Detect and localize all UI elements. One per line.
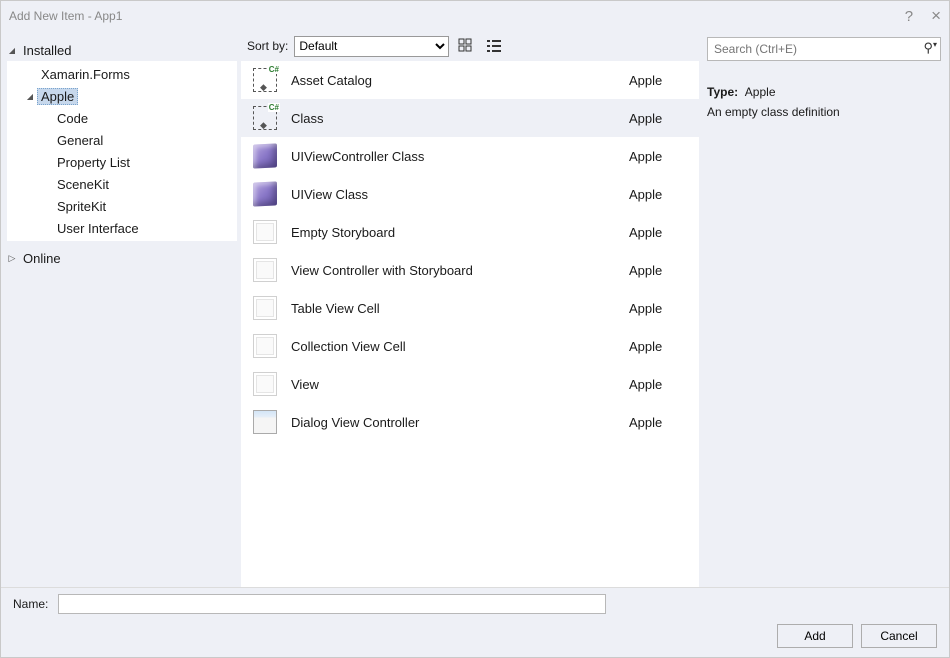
template-icon [251, 142, 279, 170]
tree-node-user-interface[interactable]: User Interface [39, 217, 237, 239]
bottom-bar: Name: Add Cancel [1, 587, 949, 657]
template-list[interactable]: Asset CatalogAppleClassAppleUIViewContro… [241, 61, 699, 587]
template-category: Apple [629, 149, 689, 164]
template-category: Apple [629, 111, 689, 126]
template-icon [251, 218, 279, 246]
template-name: Class [291, 111, 617, 126]
view-tiles-button[interactable] [455, 35, 477, 57]
sort-by-select[interactable]: Default [294, 36, 449, 57]
type-line: Type: Apple [707, 85, 941, 99]
template-icon [251, 408, 279, 436]
search-icon[interactable]: ⚲▾ [923, 40, 937, 56]
template-row[interactable]: Collection View Cell Apple [241, 327, 699, 365]
cancel-button[interactable]: Cancel [861, 624, 937, 648]
template-icon [251, 104, 279, 132]
category-tree: Installed Xamarin.Forms Apple Code Gener… [1, 31, 241, 587]
tree-node-apple[interactable]: Apple [23, 85, 237, 107]
template-category: Apple [629, 225, 689, 240]
sort-by-label: Sort by: [247, 39, 288, 53]
tree-label: Online [19, 250, 65, 267]
template-category: Apple [629, 73, 689, 88]
chevron-down-icon[interactable] [23, 91, 37, 102]
template-name: Table View Cell [291, 301, 617, 316]
template-category: Apple [629, 263, 689, 278]
tree-node-installed[interactable]: Installed [5, 39, 237, 61]
template-icon [251, 332, 279, 360]
template-icon [251, 66, 279, 94]
template-panel: Sort by: Default Asset CatalogAppleClass… [241, 31, 699, 587]
template-row[interactable]: View Apple [241, 365, 699, 403]
template-row[interactable]: Dialog View Controller Apple [241, 403, 699, 441]
template-icon [251, 256, 279, 284]
template-category: Apple [629, 187, 689, 202]
tree-node-online[interactable]: Online [5, 247, 237, 269]
template-icon [251, 370, 279, 398]
template-description: An empty class definition [707, 105, 941, 119]
template-name: View Controller with Storyboard [291, 263, 617, 278]
template-category: Apple [629, 301, 689, 316]
help-icon[interactable]: ? [905, 8, 913, 25]
template-row[interactable]: Asset Catalog Apple [241, 61, 699, 99]
template-icon [251, 294, 279, 322]
tree-label: Installed [19, 42, 75, 59]
template-name: Collection View Cell [291, 339, 617, 354]
template-name: View [291, 377, 617, 392]
template-name: Asset Catalog [291, 73, 617, 88]
tree-node-general[interactable]: General [39, 129, 237, 151]
template-name: Dialog View Controller [291, 415, 617, 430]
tree-node-scenekit[interactable]: SceneKit [39, 173, 237, 195]
content-area: Installed Xamarin.Forms Apple Code Gener… [1, 31, 949, 587]
template-row[interactable]: UIView Class Apple [241, 175, 699, 213]
add-button[interactable]: Add [777, 624, 853, 648]
template-category: Apple [629, 339, 689, 354]
name-input[interactable] [58, 594, 606, 614]
template-row[interactable]: UIViewController Class Apple [241, 137, 699, 175]
close-icon[interactable]: × [931, 6, 941, 26]
template-name: Empty Storyboard [291, 225, 617, 240]
name-label: Name: [13, 597, 48, 611]
template-row[interactable]: Table View Cell Apple [241, 289, 699, 327]
template-category: Apple [629, 377, 689, 392]
template-row[interactable]: View Controller with Storyboard Apple [241, 251, 699, 289]
tree-node-property-list[interactable]: Property List [39, 151, 237, 173]
tree-node-xamarin-forms[interactable]: Xamarin.Forms [23, 63, 237, 85]
details-panel: ⚲▾ Type: Apple An empty class definition [699, 31, 949, 587]
template-name: UIViewController Class [291, 149, 617, 164]
chevron-right-icon[interactable] [5, 253, 19, 264]
template-category: Apple [629, 415, 689, 430]
template-name: UIView Class [291, 187, 617, 202]
titlebar: Add New Item - App1 ? × [1, 1, 949, 31]
tree-node-code[interactable]: Code [39, 107, 237, 129]
window-title: Add New Item - App1 [9, 9, 905, 23]
toolbar: Sort by: Default [241, 31, 699, 61]
tree-label: Xamarin.Forms [37, 66, 134, 83]
tree-label: Apple [37, 88, 78, 105]
template-row[interactable]: Class Apple [241, 99, 699, 137]
search-input[interactable] [707, 37, 941, 61]
tree-node-spritekit[interactable]: SpriteKit [39, 195, 237, 217]
template-icon [251, 180, 279, 208]
view-list-button[interactable] [483, 35, 505, 57]
template-row[interactable]: Empty Storyboard Apple [241, 213, 699, 251]
chevron-down-icon[interactable] [5, 45, 19, 56]
